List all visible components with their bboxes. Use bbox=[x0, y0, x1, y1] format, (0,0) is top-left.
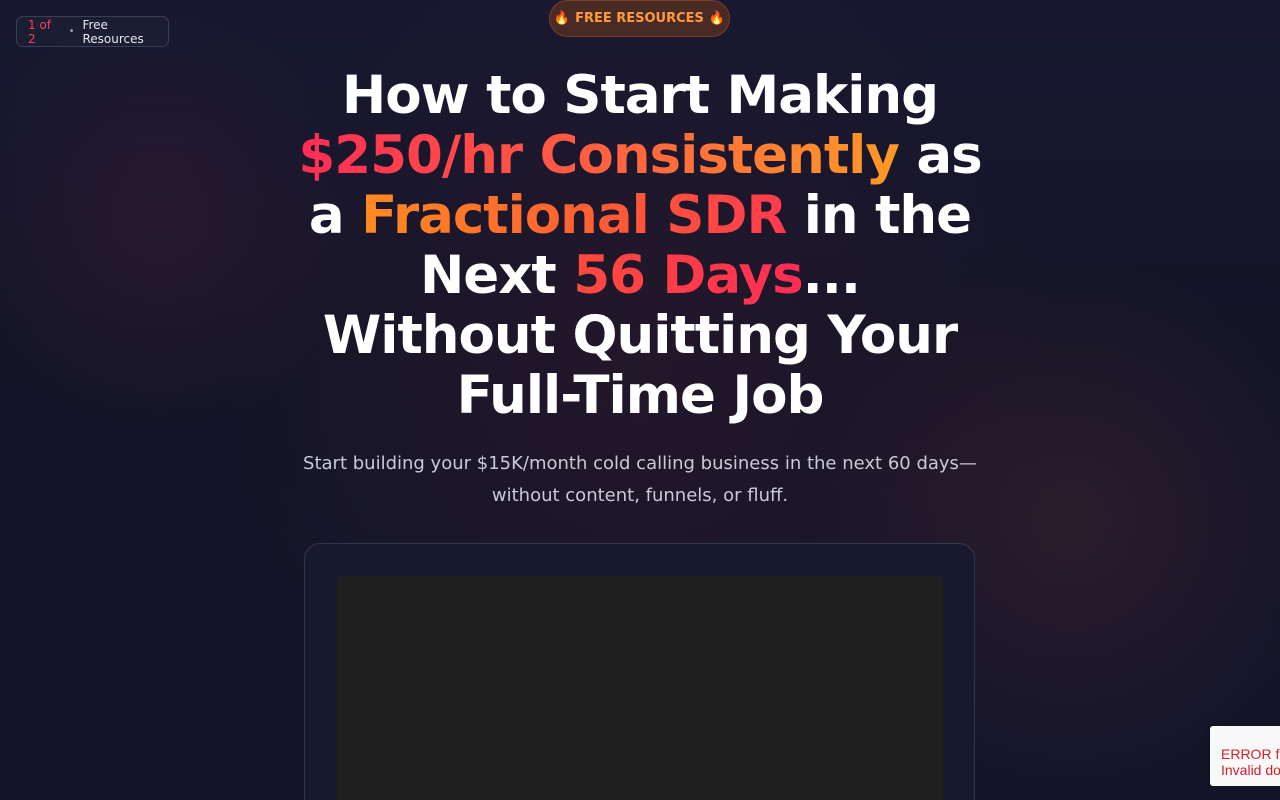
headline-role-highlight: Fractional SDR bbox=[361, 185, 787, 246]
headline-text: as bbox=[898, 125, 982, 186]
free-resources-badge: 🔥 FREE RESOURCES 🔥 bbox=[549, 0, 730, 37]
recaptcha-error-line-1: ERROR for site owner: bbox=[1221, 746, 1280, 762]
step-separator: • bbox=[68, 26, 75, 37]
page-subtitle: Start building your $15K/month cold call… bbox=[290, 448, 990, 512]
headline-line-1: How to Start Making bbox=[341, 65, 939, 126]
badge-label: FREE RESOURCES bbox=[575, 11, 704, 26]
subtitle-line-2: without content, funnels, or fluff. bbox=[491, 485, 789, 506]
headline-line-4: Next 56 Days... bbox=[280, 246, 1000, 306]
headline-days-highlight: 56 Days bbox=[573, 245, 803, 306]
step-label: Free Resources bbox=[82, 17, 144, 46]
landing-page: 1 of 2 • Free Resources 🔥 FREE RESOURCES… bbox=[0, 0, 1280, 800]
step-count: 1 of 2 bbox=[28, 17, 52, 46]
headline-text: Next bbox=[419, 245, 574, 306]
page-headline: How to Start Making $250/hr Consistently… bbox=[280, 66, 1000, 426]
headline-line-5: Without Quitting Your bbox=[322, 305, 958, 366]
video-card bbox=[304, 543, 975, 800]
headline-text: in the bbox=[786, 185, 972, 246]
video-player[interactable] bbox=[337, 576, 943, 800]
headline-line-2: $250/hr Consistently as bbox=[280, 126, 1000, 186]
headline-line-6: Full-Time Job bbox=[456, 365, 825, 426]
step-indicator: 1 of 2 • Free Resources bbox=[16, 16, 169, 47]
headline-text: ... bbox=[802, 245, 861, 306]
subtitle-line-1: Start building your $15K/month cold call… bbox=[303, 453, 977, 474]
headline-rate-highlight: $250/hr Consistently bbox=[298, 125, 900, 186]
headline-line-3: a Fractional SDR in the bbox=[280, 186, 1000, 246]
fire-icon: 🔥 bbox=[708, 11, 726, 26]
headline-text: a bbox=[308, 185, 362, 246]
fire-icon: 🔥 bbox=[553, 11, 571, 26]
recaptcha-error-widget[interactable]: ERROR for site owner: Invalid domain for… bbox=[1210, 726, 1280, 786]
recaptcha-error-line-2: Invalid domain for site key bbox=[1221, 762, 1280, 778]
